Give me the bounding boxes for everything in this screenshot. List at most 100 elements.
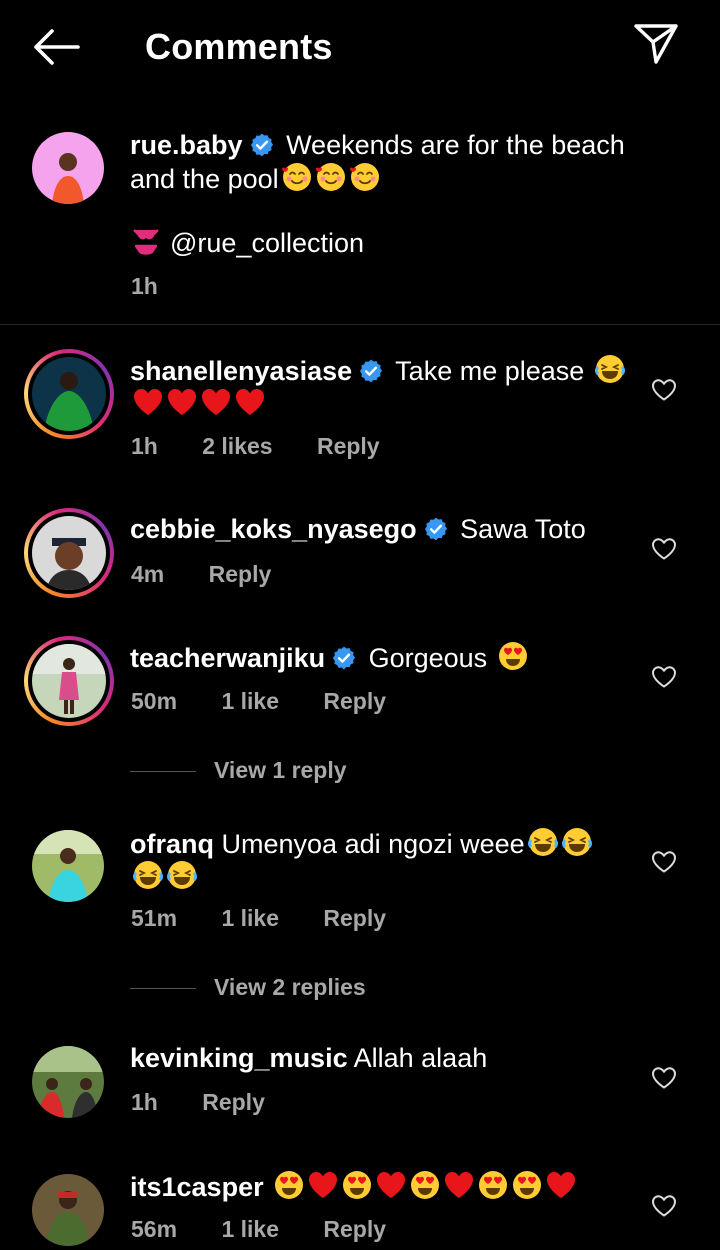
comment-meta: 4m Reply (131, 561, 271, 588)
heart-eyes-icon (477, 1169, 509, 1201)
divider (0, 324, 720, 325)
verified-badge-icon (331, 645, 357, 671)
view-replies-label: View 2 replies (214, 974, 366, 1000)
tears-of-joy-icon (594, 353, 626, 385)
caption-username[interactable]: rue.baby (130, 130, 243, 160)
comment-username[interactable]: its1casper (130, 1172, 264, 1202)
heart-eyes-icon (273, 1169, 305, 1201)
avatar[interactable] (32, 830, 104, 902)
red-heart-icon (200, 386, 232, 418)
caption-line-2: and the pool (130, 161, 381, 196)
comment-line-1: teacherwanjiku Gorgeous (130, 640, 529, 675)
avatar[interactable] (32, 1174, 104, 1246)
tears-of-joy-icon (132, 859, 164, 891)
comment-username[interactable]: ofranq (130, 829, 214, 859)
comment-meta: 1h 2 likes Reply (131, 433, 380, 460)
comment-text: Sawa Toto (460, 514, 586, 544)
verified-badge-icon (423, 516, 449, 542)
comment-text: Gorgeous (368, 643, 488, 673)
avatar (32, 516, 106, 590)
reply-button[interactable]: Reply (323, 905, 386, 932)
heart-outline-icon[interactable] (651, 850, 677, 874)
view-replies-button[interactable]: View 2 replies (130, 974, 366, 1001)
comment-text: Umenyoa adi ngozi weee (221, 829, 525, 859)
story-ring[interactable] (24, 508, 114, 598)
tears-of-joy-icon (166, 859, 198, 891)
comment-likes[interactable]: 1 like (221, 905, 279, 932)
comment-line-1: kevinking_music Allah alaah (130, 1041, 487, 1075)
heart-outline-icon[interactable] (651, 665, 677, 689)
red-heart-icon (234, 386, 266, 418)
heart-eyes-icon (341, 1169, 373, 1201)
comment-likes[interactable]: 2 likes (202, 433, 272, 460)
avatar (32, 357, 106, 431)
heart-eyes-icon (409, 1169, 441, 1201)
heart-outline-icon[interactable] (651, 378, 677, 402)
comment-emoji-line (130, 859, 198, 894)
comment-time: 1h (131, 433, 158, 459)
top-bar: Comments (0, 0, 720, 92)
comment-time: 51m (131, 905, 178, 931)
divider (130, 771, 196, 773)
comment-likes[interactable]: 1 like (221, 688, 279, 715)
heart-outline-icon[interactable] (651, 537, 677, 561)
divider (130, 988, 196, 990)
red-heart-icon (132, 386, 164, 418)
comment-username[interactable]: cebbie_koks_nyasego (130, 514, 417, 544)
reply-button[interactable]: Reply (317, 433, 380, 460)
red-heart-icon (545, 1169, 577, 1201)
avatar[interactable] (32, 132, 104, 204)
comment-username[interactable]: shanellenyasiase (130, 356, 352, 386)
smiling-face-with-hearts-icon (349, 161, 381, 193)
comment-meta: 50m 1 like Reply (131, 688, 386, 715)
comment-line-1: cebbie_koks_nyasego Sawa Toto (130, 512, 586, 546)
comment-username[interactable]: kevinking_music (130, 1043, 348, 1073)
view-replies-button[interactable]: View 1 reply (130, 757, 347, 784)
avatar (32, 644, 106, 718)
comment-time: 1h (131, 1089, 158, 1115)
comment-likes[interactable]: 1 like (221, 1216, 279, 1243)
comment-text: Take me please (395, 356, 585, 386)
tears-of-joy-icon (527, 826, 559, 858)
red-heart-icon (307, 1169, 339, 1201)
comment-time: 4m (131, 561, 165, 587)
verified-badge-icon (358, 358, 384, 384)
comment-emoji-line (130, 386, 266, 421)
red-heart-icon (375, 1169, 407, 1201)
red-heart-icon (166, 386, 198, 418)
heart-outline-icon[interactable] (651, 1066, 677, 1090)
comment-line-1: ofranq Umenyoa adi ngozi weee (130, 826, 593, 861)
heart-eyes-icon (497, 640, 529, 672)
arrow-left-icon[interactable] (30, 26, 82, 68)
mention-link[interactable]: @rue_collection (170, 228, 364, 258)
caption-time: 1h (131, 273, 158, 299)
caption-mention-line: @rue_collection (130, 226, 364, 260)
smiling-face-with-hearts-icon (315, 161, 347, 193)
comment-username[interactable]: teacherwanjiku (130, 643, 325, 673)
caption-line-1: rue.baby Weekends are for the beach (130, 128, 625, 162)
comment-text: Allah alaah (353, 1043, 488, 1073)
reply-button[interactable]: Reply (323, 688, 386, 715)
comment-time: 56m (131, 1216, 178, 1242)
smiling-face-with-hearts-icon (281, 161, 313, 193)
page-title: Comments (145, 26, 333, 67)
reply-button[interactable]: Reply (323, 1216, 386, 1243)
comment-meta: 1h Reply (131, 1089, 265, 1116)
comment-line-1: its1casper (130, 1169, 577, 1204)
verified-badge-icon (249, 132, 275, 158)
heart-eyes-icon (511, 1169, 543, 1201)
comment-meta: 56m 1 like Reply (131, 1216, 386, 1243)
reply-button[interactable]: Reply (209, 561, 272, 588)
red-heart-icon (443, 1169, 475, 1201)
reply-button[interactable]: Reply (202, 1089, 265, 1116)
caption-text-2: and the pool (130, 164, 279, 194)
avatar[interactable] (32, 1046, 104, 1118)
comment-meta: 51m 1 like Reply (131, 905, 386, 932)
view-replies-label: View 1 reply (214, 757, 347, 783)
story-ring[interactable] (24, 636, 114, 726)
paper-plane-icon[interactable] (632, 22, 680, 66)
heart-outline-icon[interactable] (651, 1194, 677, 1218)
bikini-icon (133, 229, 159, 255)
caption-text: Weekends are for the beach (286, 130, 625, 160)
story-ring[interactable] (24, 349, 114, 439)
